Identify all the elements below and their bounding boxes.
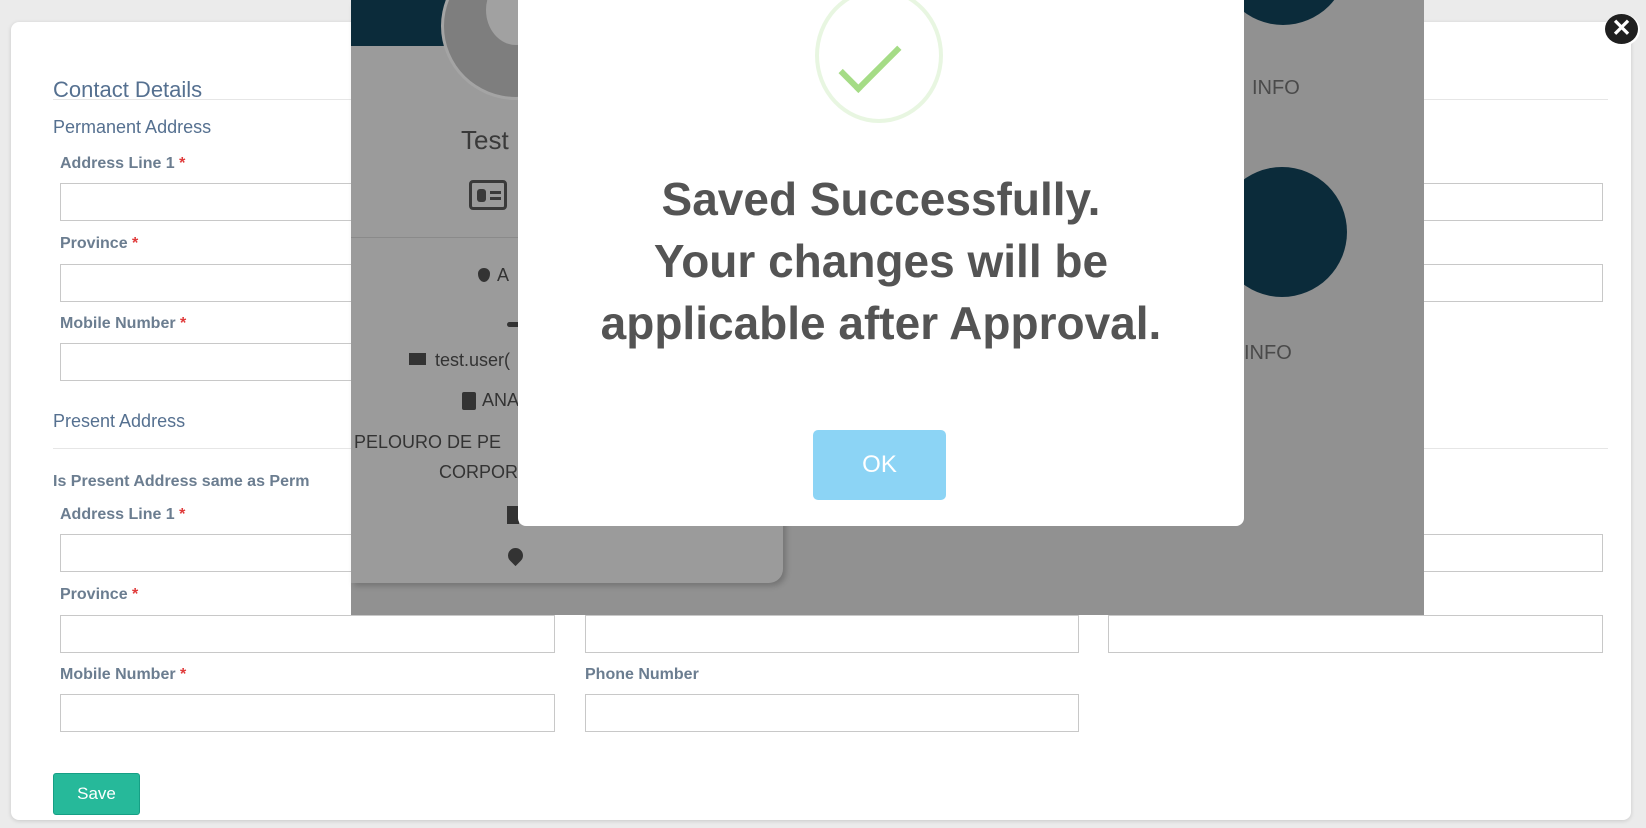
info-label-2: INFO	[1244, 342, 1292, 364]
present-right-column-input-2[interactable]	[1108, 615, 1603, 653]
envelope-icon	[409, 353, 426, 365]
present-mobile-input[interactable]	[60, 694, 555, 732]
blood-drop-icon	[478, 268, 490, 282]
permanent-address-line1-label: Address Line 1 *	[60, 155, 186, 172]
success-message-line3: applicable after Approval.	[600, 297, 1162, 349]
ok-button[interactable]: OK	[813, 430, 946, 500]
present-phone-input[interactable]	[585, 694, 1079, 732]
present-address-heading: Present Address	[53, 411, 186, 431]
present-phone-label: Phone Number	[585, 666, 699, 683]
success-dialog: Saved Successfully. Your changes will be…	[518, 0, 1244, 526]
profile-department-line1: PELOURO DE PE	[354, 432, 502, 452]
success-message-line1: Saved Successfully.	[661, 173, 1101, 225]
close-icon[interactable]: ✕	[1605, 14, 1638, 44]
permanent-address-heading: Permanent Address	[53, 117, 212, 137]
present-mobile-label: Mobile Number *	[60, 666, 187, 683]
profile-blood-group: A	[497, 265, 510, 285]
save-button[interactable]: Save	[53, 773, 140, 815]
permanent-mobile-label: Mobile Number *	[60, 315, 187, 332]
profile-name: Test	[461, 125, 509, 155]
present-address-line1-label: Address Line 1 *	[60, 506, 186, 523]
success-message: Saved Successfully. Your changes will be…	[518, 168, 1244, 354]
badge-icon	[462, 392, 476, 410]
close-modal-button[interactable]: ✕	[1604, 14, 1640, 46]
success-message-line2: Your changes will be	[653, 235, 1109, 287]
info-label-1: INFO	[1252, 77, 1300, 99]
id-card-icon	[469, 180, 507, 210]
profile-department-line2: CORPOR	[439, 462, 519, 482]
profile-id: ANA	[482, 390, 520, 410]
map-pin-icon	[504, 544, 527, 567]
profile-email: test.user(	[435, 350, 511, 370]
permanent-province-label: Province *	[60, 235, 139, 252]
present-province-input[interactable]	[60, 615, 555, 653]
present-province-label: Province *	[60, 586, 139, 603]
present-middle-column-input[interactable]	[585, 615, 1079, 653]
same-as-permanent-label: Is Present Address same as Perm	[53, 473, 310, 490]
